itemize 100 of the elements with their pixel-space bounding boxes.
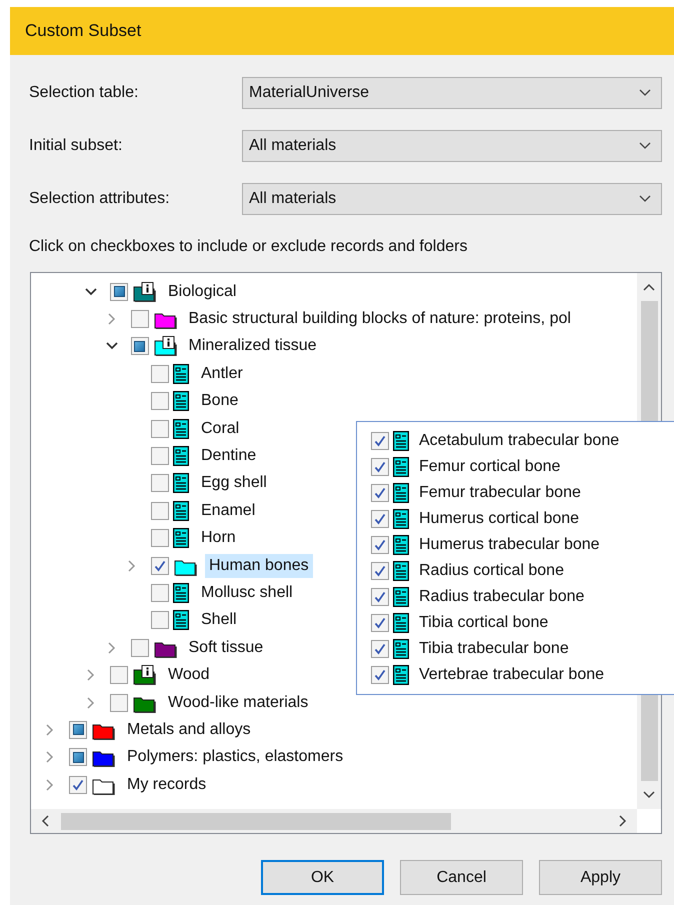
info-folder-icon <box>132 282 156 302</box>
tree-item[interactable]: My records <box>123 772 210 797</box>
list-item[interactable]: Radius trabecular bone <box>419 588 584 606</box>
checkbox[interactable] <box>151 556 169 575</box>
tree-item[interactable]: Dentine <box>197 444 260 468</box>
list-item[interactable]: Radius cortical bone <box>419 562 564 580</box>
chevron-down-icon[interactable] <box>85 288 97 296</box>
list-item[interactable]: Tibia cortical bone <box>419 614 548 632</box>
record-icon <box>393 535 409 555</box>
checkbox[interactable] <box>151 474 169 492</box>
dropdown[interactable]: MaterialUniverse <box>242 77 662 109</box>
tree-item[interactable]: Polymers: plastics, elastomers <box>123 745 348 770</box>
record-icon <box>173 391 189 412</box>
list-item[interactable]: Femur cortical bone <box>419 458 560 476</box>
window-title: Custom Subset <box>25 21 142 41</box>
horizontal-scrollbar[interactable] <box>31 809 637 833</box>
checkbox[interactable] <box>69 776 87 794</box>
tree-item[interactable]: Horn <box>197 526 240 550</box>
dropdown[interactable]: All materials <box>242 183 662 215</box>
record-icon <box>393 431 409 451</box>
dialog-button[interactable]: Apply <box>539 860 662 895</box>
field-label: Selection attributes: <box>29 190 171 208</box>
checkbox[interactable] <box>371 640 389 658</box>
list-item[interactable]: Humerus trabecular bone <box>419 536 600 554</box>
tree-item[interactable]: Soft tissue <box>184 636 268 660</box>
chevron-right-icon[interactable] <box>87 696 95 709</box>
checkbox[interactable] <box>151 420 169 438</box>
instruction-text: Click on checkboxes to include or exclude records and folders <box>29 238 468 257</box>
chevron-right-icon[interactable] <box>128 560 136 572</box>
tree-item[interactable]: Enamel <box>197 498 260 523</box>
record-icon <box>393 561 409 581</box>
chevron-right-icon[interactable] <box>108 313 116 326</box>
tree-item[interactable]: Mollusc shell <box>197 580 297 605</box>
scroll-down-icon[interactable] <box>643 791 655 799</box>
tree-item[interactable]: Bone <box>197 389 242 414</box>
field-label: Selection table: <box>29 84 140 102</box>
tree-item[interactable]: Egg shell <box>197 471 271 496</box>
checkbox[interactable] <box>371 588 389 606</box>
tree-item[interactable]: Mineralized tissue <box>184 334 321 358</box>
checkbox[interactable] <box>110 282 128 301</box>
record-icon <box>393 483 409 503</box>
checkbox[interactable] <box>371 666 389 684</box>
record-icon <box>173 446 189 466</box>
list-item[interactable]: Femur trabecular bone <box>419 484 581 502</box>
checkbox[interactable] <box>151 611 169 630</box>
checkbox[interactable] <box>151 392 169 410</box>
checkbox[interactable] <box>371 484 389 502</box>
scroll-left-icon[interactable] <box>41 815 49 827</box>
dialog-button[interactable]: Cancel <box>400 860 523 895</box>
checkbox[interactable] <box>130 310 148 328</box>
chevron-right-icon[interactable] <box>87 669 95 682</box>
chevron-down-icon[interactable] <box>106 342 118 350</box>
chevron-right-icon[interactable] <box>46 751 54 764</box>
chevron-right-icon[interactable] <box>46 724 54 736</box>
record-icon <box>393 509 409 529</box>
scroll-up-icon[interactable] <box>643 283 655 291</box>
checkbox[interactable] <box>151 584 169 602</box>
tree-item[interactable]: Shell <box>197 608 241 632</box>
tree-item[interactable]: Antler <box>197 362 247 386</box>
scroll-right-icon[interactable] <box>619 815 627 827</box>
list-item[interactable]: Acetabulum trabecular bone <box>419 432 620 450</box>
info-folder-icon <box>152 336 176 356</box>
record-icon <box>173 500 189 521</box>
chevron-down-icon <box>639 195 651 203</box>
tree-item[interactable]: Basic structural building blocks of nature: proteins, pol <box>184 307 575 332</box>
chevron-right-icon[interactable] <box>108 642 116 654</box>
list-item[interactable]: Humerus cortical bone <box>419 510 580 528</box>
checkbox[interactable] <box>69 748 87 766</box>
checkbox[interactable] <box>371 458 389 476</box>
checkbox[interactable] <box>151 502 169 520</box>
checkbox[interactable] <box>151 364 169 383</box>
checkbox[interactable] <box>130 337 148 356</box>
tree-item[interactable]: Biological <box>164 280 240 304</box>
chevron-down-icon <box>639 89 651 97</box>
checkbox[interactable] <box>69 720 87 739</box>
checkbox[interactable] <box>371 432 389 450</box>
list-item[interactable]: Vertebrae trabecular bone <box>419 666 604 684</box>
checkbox[interactable] <box>110 694 128 712</box>
checkbox[interactable] <box>151 447 169 466</box>
checkbox[interactable] <box>371 510 389 528</box>
checkbox[interactable] <box>110 666 128 684</box>
tree-item[interactable]: Metals and alloys <box>123 718 255 742</box>
chevron-down-icon <box>639 142 651 150</box>
record-icon <box>173 610 189 630</box>
dropdown[interactable]: All materials <box>242 130 662 162</box>
record-icon <box>393 613 409 633</box>
tree-item[interactable]: Human bones <box>205 554 313 578</box>
info-folder-icon <box>132 665 156 686</box>
tree-item[interactable]: Coral <box>197 416 244 441</box>
tree-item[interactable]: Wood <box>164 663 214 688</box>
record-icon <box>173 418 189 439</box>
chevron-right-icon[interactable] <box>46 778 54 791</box>
checkbox[interactable] <box>371 614 389 632</box>
list-item[interactable]: Tibia trabecular bone <box>419 640 569 658</box>
checkbox[interactable] <box>130 638 148 657</box>
checkbox[interactable] <box>371 562 389 580</box>
checkbox[interactable] <box>151 529 169 548</box>
dialog-button[interactable]: OK <box>261 860 384 895</box>
checkbox[interactable] <box>371 536 389 554</box>
tree-item[interactable]: Wood-like materials <box>164 690 312 715</box>
